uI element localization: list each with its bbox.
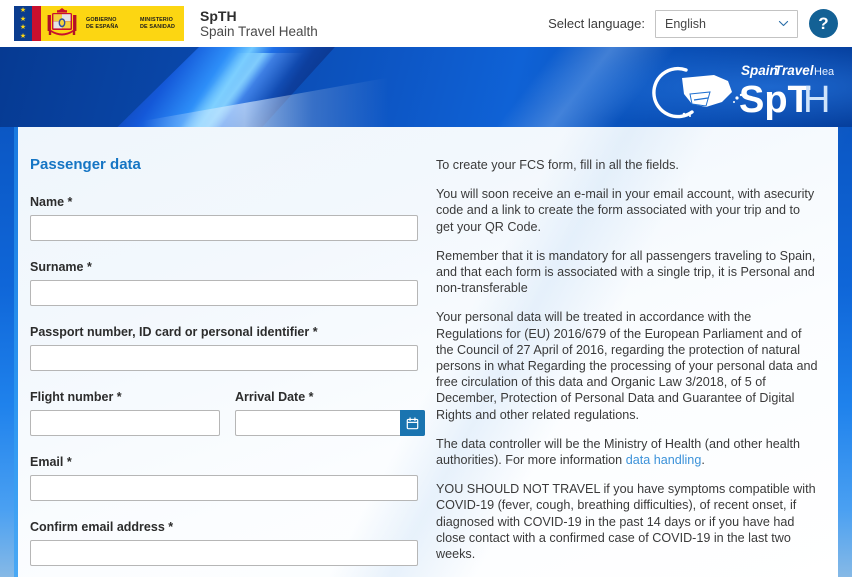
information-panel: To create your FCS form, fill in all the… xyxy=(432,127,838,577)
brand-abbreviation: SpTH xyxy=(200,7,237,24)
info-paragraph-3: Remember that it is mandatory for all pa… xyxy=(436,248,816,296)
confirm-email-label: Confirm email address * xyxy=(30,520,174,534)
email-input[interactable] xyxy=(30,475,418,501)
help-button[interactable]: ? xyxy=(809,9,838,38)
svg-text:Spain: Spain xyxy=(741,63,778,78)
spth-logo-top-text: Spain Travel Health xyxy=(741,63,834,78)
star-icon: ★ xyxy=(19,7,27,15)
data-controller-text-end: . xyxy=(701,453,705,468)
star-icon: ★ xyxy=(19,15,27,23)
page-background: Passenger data Name * Surname * Passport… xyxy=(0,127,852,577)
svg-text:H: H xyxy=(803,79,830,121)
calendar-button[interactable] xyxy=(400,410,425,436)
passenger-data-form: Passenger data Name * Surname * Passport… xyxy=(14,127,432,577)
svg-text:SpT: SpT xyxy=(739,79,811,121)
svg-text:Health: Health xyxy=(814,66,834,78)
flight-number-group: Flight number * xyxy=(30,390,220,455)
arrival-date-input[interactable] xyxy=(235,410,425,436)
brand-block: SpTH Spain Travel Health xyxy=(200,8,318,40)
name-label: Name * xyxy=(30,195,73,209)
language-label: Select language: xyxy=(548,16,645,31)
flight-arrival-row: Flight number * Arrival Date * xyxy=(30,390,432,455)
language-area: Select language: English ? xyxy=(548,0,838,47)
star-icon: ★ xyxy=(19,24,27,32)
passport-label: Passport number, ID card or personal ide… xyxy=(30,325,318,339)
spain-government-logo: ★ ★ ★ ★ GOBIERNO DE ESPAÑA MINISTERIO DE… xyxy=(14,6,184,41)
spth-banner-logo: Spain Travel Health SpT H xyxy=(652,63,834,121)
surname-input[interactable] xyxy=(30,280,418,306)
info-paragraph-6: YOU SHOULD NOT TRAVEL if you have sympto… xyxy=(436,482,816,562)
flight-number-input[interactable] xyxy=(30,410,220,436)
surname-label: Surname * xyxy=(30,260,92,274)
calendar-icon xyxy=(406,416,419,429)
chevron-down-icon xyxy=(778,20,789,27)
svg-text:Travel: Travel xyxy=(774,63,814,78)
language-selected-value: English xyxy=(665,16,706,31)
data-controller-text: The data controller will be the Ministry… xyxy=(436,436,801,468)
confirm-email-input[interactable] xyxy=(30,540,418,566)
passport-input[interactable] xyxy=(30,345,418,371)
name-input[interactable] xyxy=(30,215,418,241)
arrival-date-group: Arrival Date * xyxy=(235,390,425,455)
flight-number-label: Flight number * xyxy=(30,390,122,404)
info-paragraph-1: To create your FCS form, fill in all the… xyxy=(436,158,679,172)
eu-stars-block: ★ ★ ★ ★ xyxy=(14,6,32,41)
star-icon: ★ xyxy=(19,32,27,40)
spain-coat-of-arms-icon xyxy=(44,6,80,41)
ministerio-de-sanidad-text: MINISTERIO DE SANIDAD xyxy=(140,17,176,30)
data-handling-link[interactable]: data handling xyxy=(626,453,702,467)
arrival-date-label: Arrival Date * xyxy=(235,390,314,404)
page-title: Passenger data xyxy=(30,156,141,173)
info-paragraph-4: Your personal data will be treated in ac… xyxy=(436,310,818,422)
info-paragraph-5: The data controller will be the Ministry… xyxy=(436,436,818,468)
site-header: ★ ★ ★ ★ GOBIERNO DE ESPAÑA MINISTERIO DE… xyxy=(0,0,852,47)
content-card: Passenger data Name * Surname * Passport… xyxy=(14,127,838,577)
info-paragraph-2: You will soon receive an e-mail in your … xyxy=(436,187,815,234)
language-select[interactable]: English xyxy=(655,9,798,38)
gobierno-de-espana-text: GOBIERNO DE ESPAÑA xyxy=(86,17,119,30)
email-label: Email * xyxy=(30,455,72,469)
flag-red-stripe xyxy=(32,6,41,41)
brand-full-name: Spain Travel Health xyxy=(200,23,318,39)
hero-banner: Spain Travel Health SpT H xyxy=(0,47,852,127)
arrival-date-wrapper xyxy=(235,410,425,436)
